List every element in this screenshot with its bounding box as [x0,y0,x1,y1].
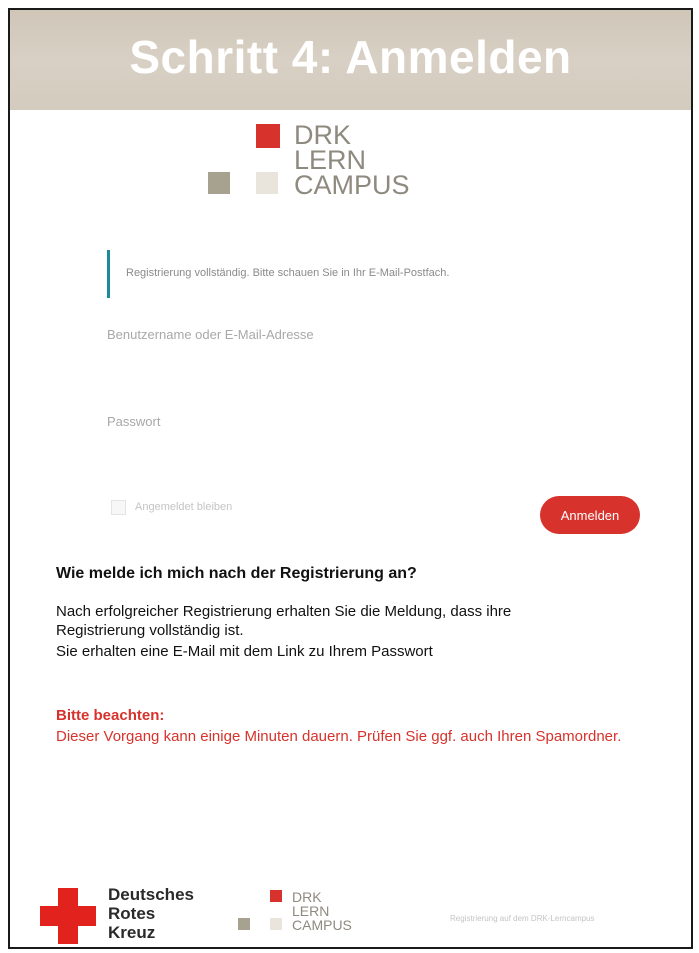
instruction-page: Schritt 4: Anmelden DRK LERN CAMPUS Regi… [8,8,693,949]
footer-logo-gray-square [238,918,250,930]
logo-text-campus: CAMPUS [294,170,410,200]
title-banner: Schritt 4: Anmelden [10,10,691,110]
footer-logo-red-square [270,890,282,902]
password-field[interactable]: Passwort [107,414,160,429]
drk-name: Deutsches Rotes Kreuz [108,885,194,942]
red-cross-icon [40,888,96,944]
registration-notice: Registrierung vollständig. Bitte schauen… [107,250,580,298]
login-button[interactable]: Anmelden [540,496,640,534]
note-title: Bitte beachten: [56,707,165,724]
footer-caption: Registrierung auf dem DRK-Lerncampus [450,914,595,923]
page-title: Schritt 4: Anmelden [129,31,572,83]
logo-gray-square [208,172,230,194]
note-text: Dieser Vorgang kann einige Minuten dauer… [56,728,622,745]
notice-text: Registrierung vollständig. Bitte schauen… [126,267,450,279]
username-field[interactable]: Benutzername oder E-Mail-Adresse [107,327,314,342]
drk-name-line-3: Kreuz [108,923,156,942]
logo-red-square [256,124,280,148]
faq-heading: Wie melde ich mich nach der Registrierun… [56,565,417,582]
drk-name-line-2: Rotes [108,904,156,923]
faq-line-2: Registrierung vollständig ist. [56,622,244,639]
drk-name-line-1: Deutsches [108,885,194,904]
remember-me-label: Angemeldet bleiben [135,501,233,513]
faq-line-3: Sie erhalten eine E-Mail mit dem Link zu… [56,643,433,660]
logo-beige-square [256,172,278,194]
faq-line-1: Nach erfolgreicher Registrierung erhalte… [56,603,512,620]
footer-logo-text-lern: LERN [292,903,330,919]
footer-logo-text-drk: DRK [292,889,322,905]
footer-logo-beige-square [270,918,282,930]
remember-me-checkbox[interactable] [111,500,126,515]
footer-logo-text-campus: CAMPUS [292,917,352,933]
